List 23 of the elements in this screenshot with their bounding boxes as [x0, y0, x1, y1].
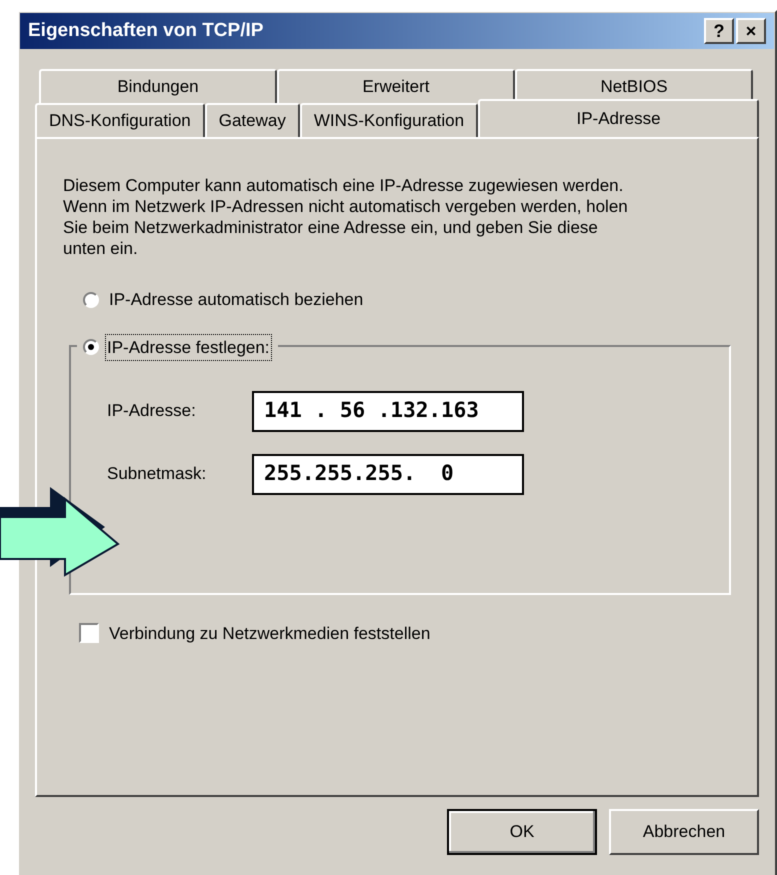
tab[interactable]: DNS-Konfiguration — [35, 103, 205, 137]
description-text: Diesem Computer kann automatisch eine IP-Adresse zugewiesen werden. Wenn im Netzwerk IP-Adressen nicht automatisch vergeben werden, holen Sie beim Netzwerkadministrator eine Adresse ein, und geben Sie diese unten ein. — [63, 175, 629, 259]
tab[interactable]: Bindungen — [39, 69, 277, 103]
address-field[interactable]: 255.255.255. 0 — [252, 454, 524, 494]
radio-button[interactable] — [83, 339, 99, 356]
radio-button[interactable] — [83, 292, 99, 308]
field-label: Subnetmask: — [107, 463, 208, 486]
radio-option[interactable]: IP-Adresse automatisch beziehen — [83, 287, 731, 312]
checkbox[interactable] — [79, 623, 99, 644]
radio-option[interactable]: IP-Adresse festlegen: — [77, 334, 278, 361]
field-label: IP-Adresse: — [107, 400, 197, 422]
checkbox-option[interactable]: Verbindung zu Netzwerkmedien feststellen — [79, 620, 731, 646]
ok-button[interactable]: OK — [447, 809, 597, 855]
tab[interactable]: Erweitert — [277, 69, 515, 103]
arrow-icon — [0, 487, 120, 577]
address-field[interactable]: 141 . 56 .132.163 — [252, 390, 524, 432]
close-button[interactable]: × — [736, 18, 766, 44]
cancel-button[interactable]: Abbrechen — [609, 809, 759, 855]
window-title: Eigenschaften von TCP/IP — [28, 18, 264, 43]
tab[interactable]: IP-Adresse — [478, 99, 759, 137]
tab[interactable]: Gateway — [204, 103, 300, 137]
tab[interactable]: WINS-Konfiguration — [300, 103, 478, 137]
help-button[interactable]: ? — [704, 18, 734, 44]
